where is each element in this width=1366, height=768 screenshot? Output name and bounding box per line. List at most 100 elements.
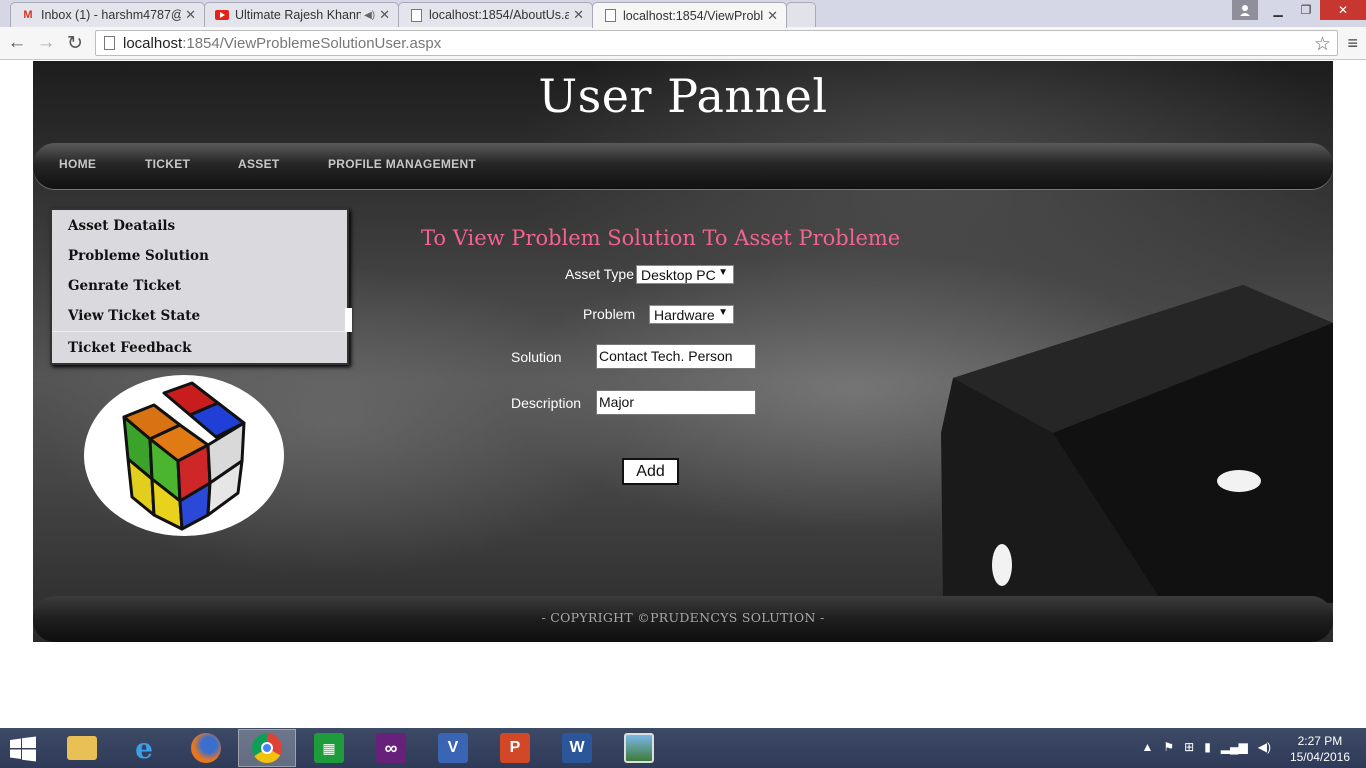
rubiks-cube-logo xyxy=(84,375,284,536)
taskbar-chrome[interactable] xyxy=(238,729,296,767)
volume-icon[interactable]: ◀) xyxy=(1258,740,1271,754)
description-label: Description xyxy=(511,395,582,411)
asset-type-selected-value: Desktop PC xyxy=(641,266,716,283)
back-arrow-icon[interactable]: ← xyxy=(5,32,29,54)
address-bar[interactable]: localhost:1854/ViewProblemeSolutionUser.… xyxy=(95,30,1338,56)
side-item-probleme-solution[interactable]: Probleme Solution xyxy=(68,248,209,264)
chrome-menu-icon[interactable]: ≡ xyxy=(1347,33,1358,54)
reload-icon[interactable]: ↻ xyxy=(63,32,87,54)
firefox-icon xyxy=(191,733,221,763)
taskbar-visio[interactable]: V xyxy=(424,729,482,767)
description-field[interactable]: Major xyxy=(596,390,756,415)
clock-date: 15/04/2016 xyxy=(1289,750,1350,764)
action-center-flag-icon[interactable]: ⚑ xyxy=(1163,740,1174,754)
close-icon[interactable]: ✕ xyxy=(573,7,584,23)
close-icon[interactable]: ✕ xyxy=(379,7,390,23)
taskbar-file-explorer[interactable] xyxy=(53,729,111,767)
side-menu: Asset Deatails Probleme Solution Genrate… xyxy=(50,208,349,365)
tab-title: Inbox (1) - harshm4787@g xyxy=(41,8,182,22)
gmail-icon: M xyxy=(23,9,33,21)
page-content: User Pannel HOME TICKET ASSET PROFILE MA… xyxy=(33,61,1333,642)
taskbar-photos[interactable] xyxy=(610,729,668,767)
windows-icon[interactable]: ⊞ xyxy=(1184,740,1194,754)
copyright-text: - COPYRIGHT ©PRUDENCYS SOLUTION - xyxy=(541,610,825,625)
side-menu-hover-marker xyxy=(345,308,352,332)
windows-taskbar: e ▦ ∞ V P W ▲ ⚑ ⊞ ▮ ▂▄▆ ◀) 2:27 PM 15/04… xyxy=(0,728,1366,768)
windows-start-icon[interactable] xyxy=(8,736,40,762)
main-navbar: HOME TICKET ASSET PROFILE MANAGEMENT xyxy=(33,143,1333,189)
word-icon: W xyxy=(562,733,592,763)
taskbar-clock[interactable]: 2:27 PM 15/04/2016 xyxy=(1290,733,1350,765)
asset-type-select[interactable]: Desktop PC ▼ xyxy=(636,265,734,284)
browser-toolbar: ← → ↻ localhost:1854/ViewProblemeSolutio… xyxy=(0,27,1366,60)
show-hidden-icons-icon[interactable]: ▲ xyxy=(1141,740,1153,754)
powerpoint-icon: P xyxy=(500,733,530,763)
tab-viewproblem[interactable]: localhost:1854/ViewProbl ✕ xyxy=(592,2,787,28)
add-button[interactable]: Add xyxy=(622,458,679,485)
internet-explorer-icon: e xyxy=(135,731,153,765)
nav-home[interactable]: HOME xyxy=(59,157,96,171)
close-icon[interactable]: ✕ xyxy=(185,7,196,23)
nav-profile-management[interactable]: PROFILE MANAGEMENT xyxy=(328,157,476,171)
problem-select[interactable]: Hardware ▼ xyxy=(649,305,734,324)
network-signal-icon[interactable]: ▂▄▆ xyxy=(1221,740,1248,754)
photos-icon xyxy=(624,733,654,763)
dropdown-arrow-icon: ▼ xyxy=(718,267,728,278)
side-item-ticket-feedback[interactable]: Ticket Feedback xyxy=(68,340,192,356)
url-path: :1854/ViewProblemeSolutionUser.aspx xyxy=(182,34,442,52)
asset-type-label: Asset Type xyxy=(565,266,635,282)
taskbar-firefox[interactable] xyxy=(177,729,235,767)
solution-field[interactable]: Contact Tech. Person xyxy=(596,344,756,369)
nav-ticket[interactable]: TICKET xyxy=(145,157,190,171)
restore-icon[interactable]: ❐ xyxy=(1292,0,1320,20)
tab-title: localhost:1854/AboutUs.a xyxy=(429,8,570,22)
taskbar-word[interactable]: W xyxy=(548,729,606,767)
clock-time: 2:27 PM xyxy=(1297,734,1343,748)
nav-asset[interactable]: ASSET xyxy=(238,157,280,171)
visio-icon: V xyxy=(438,733,468,763)
close-icon[interactable]: ✕ xyxy=(767,8,778,24)
rubiks-cube-icon xyxy=(122,381,246,531)
system-tray: ▲ ⚑ ⊞ ▮ ▂▄▆ ◀) xyxy=(1141,740,1271,754)
tab-title: Ultimate Rajesh Khann xyxy=(235,8,362,22)
bookmark-star-icon[interactable]: ☆ xyxy=(1314,33,1331,56)
browser-tab-strip: M Inbox (1) - harshm4787@g ✕ Ultimate Ra… xyxy=(0,0,1366,28)
store-icon: ▦ xyxy=(314,733,344,763)
side-item-asset-details[interactable]: Asset Deatails xyxy=(68,218,175,234)
side-menu-divider xyxy=(52,331,349,332)
visual-studio-icon: ∞ xyxy=(376,733,406,763)
problem-label: Problem xyxy=(583,306,636,322)
user-icon[interactable] xyxy=(1232,0,1258,20)
form-heading: To View Problem Solution To Asset Proble… xyxy=(421,226,901,250)
tab-title: localhost:1854/ViewProbl xyxy=(623,8,764,23)
youtube-icon xyxy=(215,8,229,22)
forward-arrow-icon[interactable]: → xyxy=(34,32,58,54)
chrome-icon xyxy=(252,733,282,763)
taskbar-powerpoint[interactable]: P xyxy=(486,729,544,767)
side-item-genrate-ticket[interactable]: Genrate Ticket xyxy=(68,278,181,294)
page-icon xyxy=(409,8,423,22)
window-controls: ▁ ❐ ✕ xyxy=(1232,0,1366,20)
tab-gmail[interactable]: M Inbox (1) - harshm4787@g ✕ xyxy=(10,2,205,27)
new-tab-button[interactable] xyxy=(786,2,816,27)
close-window-icon[interactable]: ✕ xyxy=(1320,0,1366,20)
page-footer: - COPYRIGHT ©PRUDENCYS SOLUTION - xyxy=(33,596,1333,642)
dice-background-image xyxy=(941,285,1333,603)
tab-youtube[interactable]: Ultimate Rajesh Khann ◀) ✕ xyxy=(204,2,399,27)
taskbar-store[interactable]: ▦ xyxy=(300,729,358,767)
taskbar-internet-explorer[interactable]: e xyxy=(115,729,173,767)
page-icon xyxy=(104,36,115,50)
minimize-icon[interactable]: ▁ xyxy=(1264,0,1292,20)
solution-label: Solution xyxy=(511,349,562,365)
dropdown-arrow-icon: ▼ xyxy=(718,307,728,318)
page-title: User Pannel xyxy=(538,69,828,123)
tab-aboutus[interactable]: localhost:1854/AboutUs.a ✕ xyxy=(398,2,593,27)
problem-selected-value: Hardware xyxy=(654,306,715,323)
url-host: localhost xyxy=(123,34,183,52)
page-icon xyxy=(603,9,617,23)
battery-icon[interactable]: ▮ xyxy=(1204,740,1211,754)
folder-icon xyxy=(67,736,97,760)
taskbar-visual-studio[interactable]: ∞ xyxy=(362,729,420,767)
side-item-view-ticket-state[interactable]: View Ticket State xyxy=(68,308,200,324)
speaker-icon: ◀) xyxy=(364,9,376,21)
